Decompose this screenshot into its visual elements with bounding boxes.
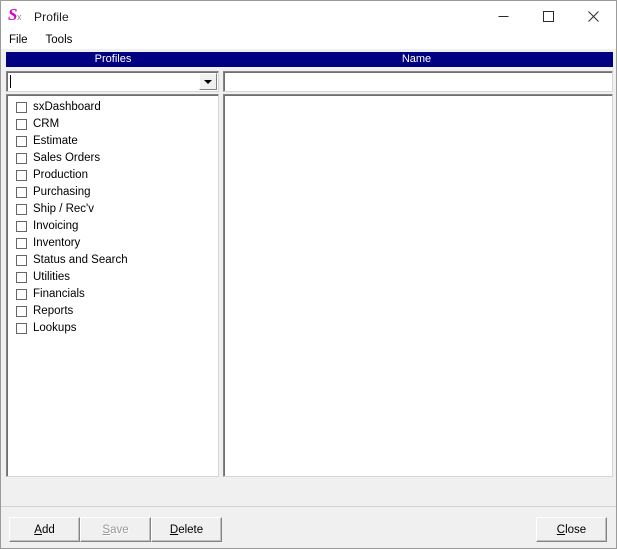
checkbox-icon[interactable] (16, 187, 27, 198)
close-dialog-button-accel: C (556, 523, 566, 536)
save-button-accel: S (102, 523, 111, 536)
list-item[interactable]: Status and Search (7, 252, 218, 269)
minimize-icon (498, 16, 509, 17)
list-item[interactable]: Financials (7, 286, 218, 303)
list-item-label: Sales Orders (33, 152, 101, 164)
close-dialog-button[interactable]: Close (536, 517, 607, 542)
list-item[interactable]: Reports (7, 303, 218, 320)
checkbox-icon[interactable] (16, 136, 27, 147)
list-item-label: sxDashboard (33, 101, 101, 113)
list-item-label: Purchasing (33, 186, 91, 198)
menu-bar: File Tools (1, 32, 616, 49)
minimize-button[interactable] (481, 1, 526, 32)
list-item[interactable]: Invoicing (7, 218, 218, 235)
list-item-label: Production (33, 169, 88, 181)
maximize-icon (543, 11, 554, 22)
close-button[interactable] (571, 1, 616, 32)
sx-app-icon: S x (8, 5, 26, 26)
checkbox-icon[interactable] (16, 306, 27, 317)
checkbox-icon[interactable] (16, 153, 27, 164)
footer-button-bar: Add Save Delete Close (1, 507, 616, 548)
delete-button[interactable]: Delete (151, 517, 222, 542)
list-item[interactable]: Purchasing (7, 184, 218, 201)
list-item-label: Ship / Rec'v (33, 203, 94, 215)
list-item-label: CRM (33, 118, 60, 130)
list-item[interactable]: Ship / Rec'v (7, 201, 218, 218)
add-button-label: dd (41, 523, 55, 536)
name-list-panel[interactable] (223, 94, 613, 477)
title-bar: S x Profile (1, 1, 616, 32)
checkbox-icon[interactable] (16, 170, 27, 181)
save-button: Save (80, 517, 151, 542)
window-title: Profile (34, 9, 69, 24)
profile-window: S x Profile File Tools Profiles Name sxD… (0, 0, 617, 549)
list-item-label: Status and Search (33, 254, 128, 266)
delete-button-label: elete (178, 523, 204, 536)
checkbox-icon[interactable] (16, 221, 27, 232)
checkbox-icon[interactable] (16, 255, 27, 266)
add-button-accel: A (34, 523, 42, 536)
profiles-list: sxDashboard CRM Estimate Sales Orders Produc… (7, 99, 218, 337)
profiles-combobox[interactable] (6, 71, 219, 92)
checkbox-icon[interactable] (16, 289, 27, 300)
list-item[interactable]: Sales Orders (7, 150, 218, 167)
list-item[interactable]: sxDashboard (7, 99, 218, 116)
list-item-label: Reports (33, 305, 74, 317)
chevron-down-icon (204, 79, 212, 84)
checkbox-icon[interactable] (16, 323, 27, 334)
checkbox-icon[interactable] (16, 272, 27, 283)
list-item-label: Inventory (33, 237, 81, 249)
maximize-button[interactable] (526, 1, 571, 32)
close-icon (588, 11, 599, 22)
checkbox-icon[interactable] (16, 102, 27, 113)
window-controls (481, 1, 616, 32)
column-header-name: Name (401, 53, 432, 65)
list-item[interactable]: Estimate (7, 133, 218, 150)
menu-item-file[interactable]: File (9, 32, 37, 49)
column-header-profiles: Profiles (94, 53, 132, 65)
app-icon-x-letter: x (17, 11, 22, 22)
name-field-input[interactable] (226, 74, 612, 89)
menu-item-tools[interactable]: Tools (46, 32, 82, 49)
list-item[interactable]: CRM (7, 116, 218, 133)
list-item[interactable]: Lookups (7, 320, 218, 337)
checkbox-icon[interactable] (16, 119, 27, 130)
column-header-bar: Profiles Name (6, 52, 613, 67)
name-field[interactable] (223, 71, 613, 92)
list-item-label: Utilities (33, 271, 71, 283)
checkbox-icon[interactable] (16, 238, 27, 249)
list-item[interactable]: Production (7, 167, 218, 184)
checkbox-icon[interactable] (16, 204, 27, 215)
list-item-label: Lookups (33, 322, 77, 334)
save-button-label: ave (110, 523, 129, 536)
list-item[interactable]: Utilities (7, 269, 218, 286)
list-item-label: Estimate (33, 135, 78, 147)
delete-button-accel: D (169, 523, 179, 536)
list-item-label: Invoicing (33, 220, 79, 232)
list-item-label: Financials (33, 288, 85, 300)
profiles-list-panel[interactable]: sxDashboard CRM Estimate Sales Orders Produc… (6, 94, 219, 477)
close-dialog-button-label: lose (565, 523, 587, 536)
add-button[interactable]: Add (9, 517, 80, 542)
profiles-combobox-input[interactable] (9, 73, 199, 90)
list-item[interactable]: Inventory (7, 235, 218, 252)
profiles-combobox-dropdown-button[interactable] (199, 73, 217, 90)
